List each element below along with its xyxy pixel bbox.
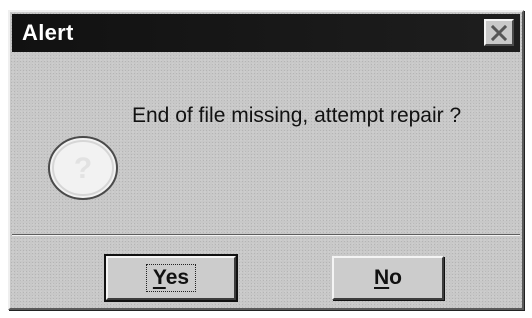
- yes-button[interactable]: Yes: [104, 254, 238, 302]
- no-button-label: No: [368, 265, 408, 291]
- close-icon: [490, 24, 508, 41]
- yes-button-label: Yes: [145, 264, 197, 292]
- message-text: End of file missing, attempt repair ?: [132, 104, 462, 127]
- yes-label-rest: es: [165, 266, 190, 289]
- question-icon: ?: [46, 134, 120, 202]
- no-label-rest: o: [389, 266, 402, 289]
- close-button[interactable]: [484, 19, 514, 46]
- dialog-title: Alert: [22, 20, 74, 45]
- no-button[interactable]: No: [332, 256, 444, 300]
- no-mnemonic: N: [374, 266, 390, 289]
- svg-text:?: ?: [74, 152, 92, 185]
- alert-dialog: Alert End of file missing, attempt repai…: [8, 10, 524, 310]
- separator: [12, 234, 520, 236]
- title-bar[interactable]: Alert: [12, 14, 520, 52]
- yes-mnemonic: Y: [152, 266, 166, 289]
